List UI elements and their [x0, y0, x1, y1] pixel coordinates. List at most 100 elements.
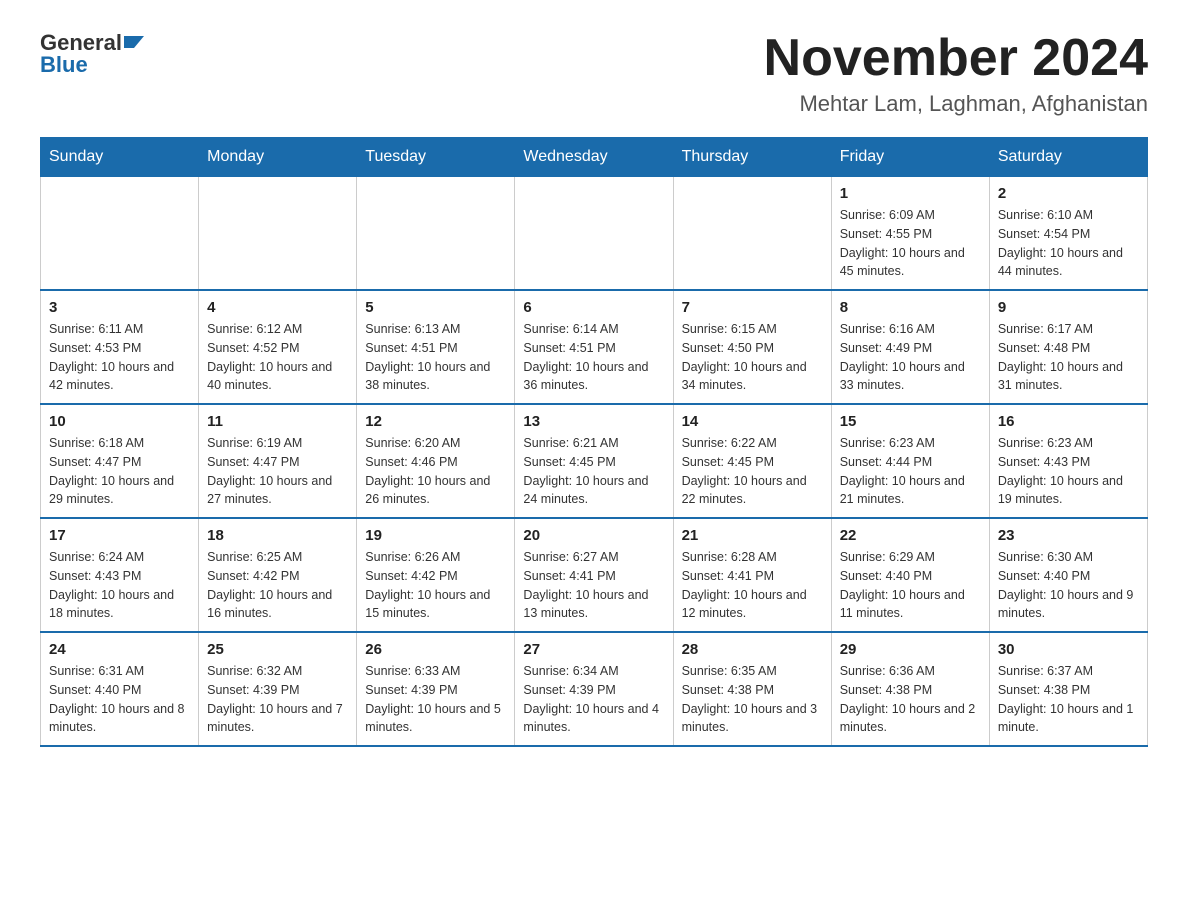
calendar-cell: 2 Sunrise: 6:10 AMSunset: 4:54 PMDaylight…	[989, 177, 1147, 291]
day-info: Sunrise: 6:23 AMSunset: 4:43 PMDaylight:…	[998, 434, 1139, 509]
day-info: Sunrise: 6:26 AMSunset: 4:42 PMDaylight:…	[365, 548, 506, 623]
calendar-cell: 8 Sunrise: 6:16 AMSunset: 4:49 PMDaylight…	[831, 290, 989, 404]
day-info: Sunrise: 6:23 AMSunset: 4:44 PMDaylight:…	[840, 434, 981, 509]
calendar-cell: 10 Sunrise: 6:18 AMSunset: 4:47 PMDayligh…	[41, 404, 199, 518]
week-row-0: 1 Sunrise: 6:09 AMSunset: 4:55 PMDaylight…	[41, 177, 1148, 291]
main-title: November 2024	[764, 30, 1148, 87]
day-number: 28	[682, 641, 823, 658]
day-header-saturday: Saturday	[989, 138, 1147, 177]
day-number: 14	[682, 413, 823, 430]
day-header-tuesday: Tuesday	[357, 138, 515, 177]
day-number: 21	[682, 527, 823, 544]
day-info: Sunrise: 6:15 AMSunset: 4:50 PMDaylight:…	[682, 320, 823, 395]
calendar-cell	[41, 177, 199, 291]
calendar-cell: 20 Sunrise: 6:27 AMSunset: 4:41 PMDayligh…	[515, 518, 673, 632]
calendar-cell: 25 Sunrise: 6:32 AMSunset: 4:39 PMDayligh…	[199, 632, 357, 746]
day-info: Sunrise: 6:24 AMSunset: 4:43 PMDaylight:…	[49, 548, 190, 623]
calendar-cell: 28 Sunrise: 6:35 AMSunset: 4:38 PMDayligh…	[673, 632, 831, 746]
day-number: 27	[523, 641, 664, 658]
day-header-thursday: Thursday	[673, 138, 831, 177]
day-number: 20	[523, 527, 664, 544]
day-number: 29	[840, 641, 981, 658]
day-info: Sunrise: 6:25 AMSunset: 4:42 PMDaylight:…	[207, 548, 348, 623]
day-header-monday: Monday	[199, 138, 357, 177]
logo: General Blue	[40, 30, 144, 78]
page-header: General Blue November 2024 Mehtar Lam, L…	[40, 30, 1148, 117]
day-header-sunday: Sunday	[41, 138, 199, 177]
calendar-header: SundayMondayTuesdayWednesdayThursdayFrid…	[41, 138, 1148, 177]
calendar-cell	[515, 177, 673, 291]
calendar-cell: 16 Sunrise: 6:23 AMSunset: 4:43 PMDayligh…	[989, 404, 1147, 518]
day-info: Sunrise: 6:27 AMSunset: 4:41 PMDaylight:…	[523, 548, 664, 623]
calendar-cell: 3Sunrise: 6:11 AMSunset: 4:53 PMDaylight…	[41, 290, 199, 404]
day-info: Sunrise: 6:36 AMSunset: 4:38 PMDaylight:…	[840, 662, 981, 737]
day-number: 4	[207, 299, 348, 316]
logo-blue-text: Blue	[40, 52, 88, 78]
day-number: 25	[207, 641, 348, 658]
calendar-cell: 21 Sunrise: 6:28 AMSunset: 4:41 PMDayligh…	[673, 518, 831, 632]
day-number: 24	[49, 641, 190, 658]
calendar-cell: 9Sunrise: 6:17 AMSunset: 4:48 PMDaylight…	[989, 290, 1147, 404]
calendar-table: SundayMondayTuesdayWednesdayThursdayFrid…	[40, 137, 1148, 747]
calendar-cell: 1 Sunrise: 6:09 AMSunset: 4:55 PMDaylight…	[831, 177, 989, 291]
day-number: 30	[998, 641, 1139, 658]
day-number: 19	[365, 527, 506, 544]
day-info: Sunrise: 6:31 AMSunset: 4:40 PMDaylight:…	[49, 662, 190, 737]
calendar-cell: 30 Sunrise: 6:37 AMSunset: 4:38 PMDayligh…	[989, 632, 1147, 746]
day-number: 17	[49, 527, 190, 544]
day-info: Sunrise: 6:21 AMSunset: 4:45 PMDaylight:…	[523, 434, 664, 509]
day-number: 10	[49, 413, 190, 430]
day-number: 6	[523, 299, 664, 316]
calendar-cell: 12 Sunrise: 6:20 AMSunset: 4:46 PMDayligh…	[357, 404, 515, 518]
day-info: Sunrise: 6:18 AMSunset: 4:47 PMDaylight:…	[49, 434, 190, 509]
calendar-cell: 7 Sunrise: 6:15 AMSunset: 4:50 PMDaylight…	[673, 290, 831, 404]
day-number: 26	[365, 641, 506, 658]
calendar-cell: 14Sunrise: 6:22 AMSunset: 4:45 PMDayligh…	[673, 404, 831, 518]
calendar-cell: 15Sunrise: 6:23 AMSunset: 4:44 PMDayligh…	[831, 404, 989, 518]
day-header-wednesday: Wednesday	[515, 138, 673, 177]
logo-triangle-icon	[124, 36, 144, 48]
day-number: 7	[682, 299, 823, 316]
day-info: Sunrise: 6:20 AMSunset: 4:46 PMDaylight:…	[365, 434, 506, 509]
day-info: Sunrise: 6:35 AMSunset: 4:38 PMDaylight:…	[682, 662, 823, 737]
day-info: Sunrise: 6:29 AMSunset: 4:40 PMDaylight:…	[840, 548, 981, 623]
day-info: Sunrise: 6:10 AMSunset: 4:54 PMDaylight:…	[998, 206, 1139, 281]
day-info: Sunrise: 6:14 AMSunset: 4:51 PMDaylight:…	[523, 320, 664, 395]
day-number: 18	[207, 527, 348, 544]
day-number: 3	[49, 299, 190, 316]
calendar-cell: 13Sunrise: 6:21 AMSunset: 4:45 PMDayligh…	[515, 404, 673, 518]
day-number: 8	[840, 299, 981, 316]
calendar-cell: 22Sunrise: 6:29 AMSunset: 4:40 PMDayligh…	[831, 518, 989, 632]
day-number: 12	[365, 413, 506, 430]
day-info: Sunrise: 6:16 AMSunset: 4:49 PMDaylight:…	[840, 320, 981, 395]
title-area: November 2024 Mehtar Lam, Laghman, Afgha…	[764, 30, 1148, 117]
calendar-cell: 11 Sunrise: 6:19 AMSunset: 4:47 PMDayligh…	[199, 404, 357, 518]
calendar-cell: 6 Sunrise: 6:14 AMSunset: 4:51 PMDaylight…	[515, 290, 673, 404]
calendar-cell: 18 Sunrise: 6:25 AMSunset: 4:42 PMDayligh…	[199, 518, 357, 632]
day-info: Sunrise: 6:37 AMSunset: 4:38 PMDaylight:…	[998, 662, 1139, 737]
calendar-cell: 5Sunrise: 6:13 AMSunset: 4:51 PMDaylight…	[357, 290, 515, 404]
calendar-cell: 29 Sunrise: 6:36 AMSunset: 4:38 PMDayligh…	[831, 632, 989, 746]
day-info: Sunrise: 6:33 AMSunset: 4:39 PMDaylight:…	[365, 662, 506, 737]
day-info: Sunrise: 6:19 AMSunset: 4:47 PMDaylight:…	[207, 434, 348, 509]
calendar-cell: 23Sunrise: 6:30 AMSunset: 4:40 PMDayligh…	[989, 518, 1147, 632]
week-row-1: 3Sunrise: 6:11 AMSunset: 4:53 PMDaylight…	[41, 290, 1148, 404]
day-info: Sunrise: 6:17 AMSunset: 4:48 PMDaylight:…	[998, 320, 1139, 395]
week-row-4: 24 Sunrise: 6:31 AMSunset: 4:40 PMDayligh…	[41, 632, 1148, 746]
day-info: Sunrise: 6:28 AMSunset: 4:41 PMDaylight:…	[682, 548, 823, 623]
week-row-2: 10 Sunrise: 6:18 AMSunset: 4:47 PMDayligh…	[41, 404, 1148, 518]
day-info: Sunrise: 6:32 AMSunset: 4:39 PMDaylight:…	[207, 662, 348, 737]
day-info: Sunrise: 6:34 AMSunset: 4:39 PMDaylight:…	[523, 662, 664, 737]
calendar-body: 1 Sunrise: 6:09 AMSunset: 4:55 PMDaylight…	[41, 177, 1148, 747]
day-info: Sunrise: 6:09 AMSunset: 4:55 PMDaylight:…	[840, 206, 981, 281]
day-number: 1	[840, 185, 981, 202]
day-number: 16	[998, 413, 1139, 430]
day-number: 2	[998, 185, 1139, 202]
day-number: 23	[998, 527, 1139, 544]
day-header-row: SundayMondayTuesdayWednesdayThursdayFrid…	[41, 138, 1148, 177]
calendar-cell	[357, 177, 515, 291]
week-row-3: 17 Sunrise: 6:24 AMSunset: 4:43 PMDayligh…	[41, 518, 1148, 632]
day-number: 11	[207, 413, 348, 430]
subtitle: Mehtar Lam, Laghman, Afghanistan	[764, 91, 1148, 117]
day-info: Sunrise: 6:12 AMSunset: 4:52 PMDaylight:…	[207, 320, 348, 395]
